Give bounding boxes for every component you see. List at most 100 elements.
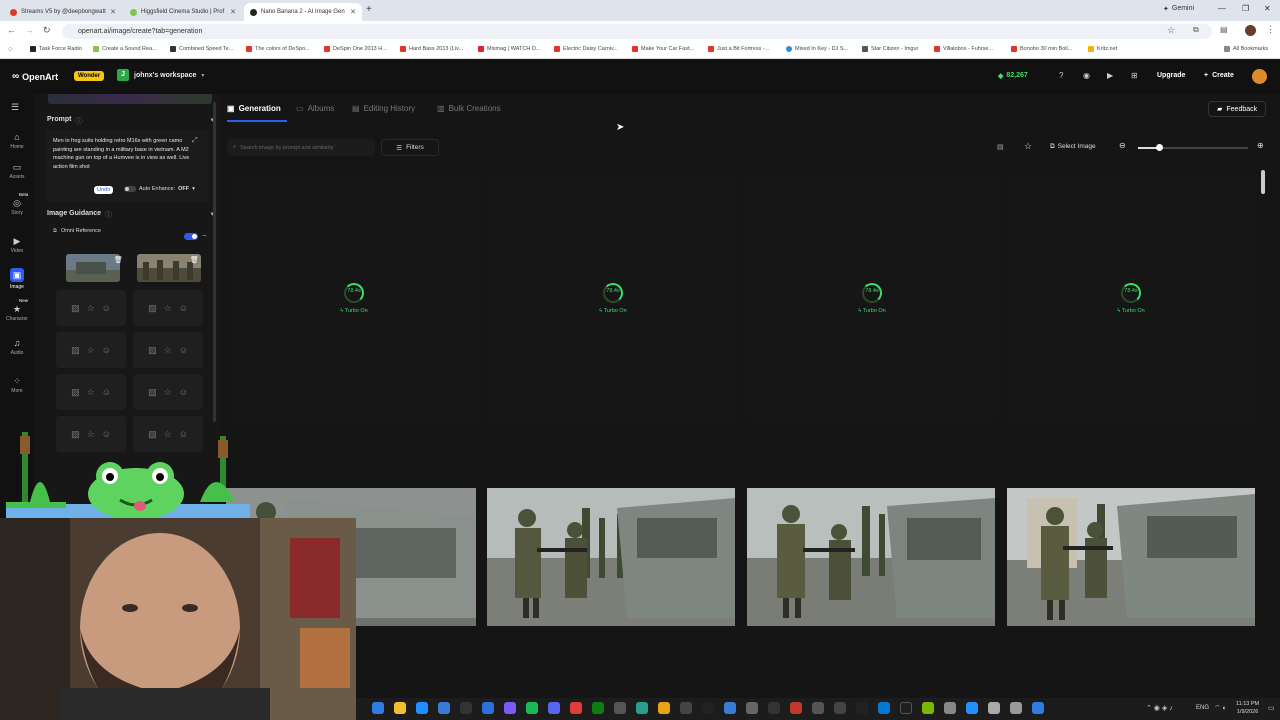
empty-reference-slot[interactable]: ▨ ☆ ☺ (56, 290, 126, 326)
bookmark-item[interactable]: Mismag | WATCH D... (478, 46, 540, 52)
openart-logo[interactable]: ∞ OpenArt (12, 71, 58, 82)
browser-tab-1[interactable]: Streams V5 by @deepbongwatt ✕ (4, 3, 122, 21)
profile-avatar[interactable] (1245, 25, 1256, 36)
bookmark-item[interactable]: Kritz.net (1088, 46, 1117, 52)
app-icon[interactable] (504, 702, 516, 714)
new-tab-button[interactable]: + (366, 4, 372, 15)
rail-item-video[interactable]: ▶ Video (0, 236, 34, 254)
reload-icon[interactable]: ↻ (43, 25, 51, 36)
app-icon[interactable] (1010, 702, 1022, 714)
app-icon[interactable] (702, 702, 714, 714)
model-preview-strip[interactable] (48, 94, 212, 104)
prompt-textarea[interactable]: Men in frog suits holding retro M16s wit… (53, 137, 198, 171)
generated-image-3[interactable] (747, 488, 995, 626)
gallery-scrollbar[interactable] (1261, 170, 1265, 194)
generated-image-4[interactable] (1007, 488, 1255, 626)
rail-item-more[interactable]: ⁘ More (0, 376, 34, 394)
expand-icon[interactable]: ⤢ (192, 137, 198, 145)
browser-tab-3-active[interactable]: Nano Banana 2 - AI Image Gen ✕ (244, 3, 362, 21)
maximize-button[interactable]: ❐ (1242, 4, 1249, 13)
rail-item-assets[interactable]: ▭ Assets (0, 162, 34, 180)
empty-reference-slot[interactable]: ▨ ☆ ☺ (133, 374, 203, 410)
xbox-icon[interactable] (592, 702, 604, 714)
app-icon[interactable] (988, 702, 1000, 714)
close-tab-icon[interactable]: ✕ (110, 8, 116, 16)
delete-reference-icon[interactable]: 🗑 (114, 256, 123, 264)
minimize-button[interactable]: — (1218, 4, 1226, 13)
video-tutorial-icon[interactable]: ▶ (1107, 71, 1113, 80)
bookmark-item[interactable]: Task Force Radio (30, 46, 82, 52)
rail-item-audio[interactable]: ♫ Audio (0, 338, 34, 356)
bookmark-item[interactable]: Create a Sound Rea... (93, 46, 157, 52)
bookmark-item[interactable]: Hard Bass 2013 (Liv... (400, 46, 463, 52)
file-explorer-icon[interactable] (394, 702, 406, 714)
app-icon[interactable] (878, 702, 890, 714)
app-icon[interactable] (856, 702, 868, 714)
select-image-button[interactable]: ⧉ Select Image (1050, 143, 1096, 151)
network-volume-icons[interactable]: ⌔ ◐ (1214, 704, 1227, 713)
bookmark-item[interactable]: Mixed In Key - DJ S... (786, 46, 848, 52)
apps-grid-icon[interactable]: ⁘ (7, 45, 14, 54)
bookmark-star-icon[interactable]: ☆ (1167, 25, 1175, 36)
app-icon[interactable] (570, 702, 582, 714)
app-icon[interactable] (636, 702, 648, 714)
help-icon[interactable]: ? (1059, 71, 1063, 80)
discord-icon[interactable] (548, 702, 560, 714)
store-icon[interactable] (438, 702, 450, 714)
rail-item-story[interactable]: Beta ◎ Story (0, 192, 34, 216)
menu-icon[interactable]: ☰ (11, 102, 19, 113)
reference-image-1[interactable] (66, 254, 120, 282)
search-input[interactable]: ⌕ Search image by prompt and similarity (227, 139, 375, 156)
rail-item-home[interactable]: ⌂ Home (0, 132, 34, 150)
create-button[interactable]: + Create (1204, 72, 1234, 79)
app-icon[interactable] (966, 702, 978, 714)
forward-icon[interactable]: → (25, 25, 34, 35)
image-guidance-header[interactable]: Image Guidance ⓘ (47, 210, 112, 220)
user-avatar[interactable] (1252, 69, 1267, 84)
spotify-icon[interactable] (526, 702, 538, 714)
app-icon[interactable] (724, 702, 736, 714)
layout-icon[interactable]: ▤ (997, 143, 1004, 151)
tab-bulk-creations[interactable]: ▥ Bulk Creations (437, 104, 501, 113)
bookmark-item[interactable]: Star Citizen - Imgur (862, 46, 918, 52)
feedback-button[interactable]: ▰ Feedback (1208, 101, 1267, 117)
zoom-handle[interactable] (1155, 144, 1163, 151)
tab-editing-history[interactable]: ▤ Editing History (352, 104, 415, 113)
gemini-button[interactable]: ✦ Gemini (1163, 5, 1194, 13)
back-icon[interactable]: ← (7, 25, 16, 35)
favorite-star-icon[interactable]: ☆ (1024, 141, 1032, 152)
workspace-selector[interactable]: J johnx's workspace ▾ (117, 69, 204, 81)
all-bookmarks[interactable]: All Bookmarks (1224, 46, 1268, 52)
app-icon[interactable] (768, 702, 780, 714)
app-icon[interactable] (900, 702, 912, 714)
app-icon[interactable] (1032, 702, 1044, 714)
empty-reference-slot[interactable]: ▨ ☆ ☺ (133, 290, 203, 326)
bookmark-item[interactable]: The colors of DeSpo... (246, 46, 310, 52)
notifications-icon[interactable]: ▭ (1268, 704, 1275, 712)
clock[interactable]: 11:13 PM 1/9/2026 (1236, 700, 1259, 716)
app-icon[interactable] (372, 702, 384, 714)
app-icon[interactable] (614, 702, 626, 714)
bookmark-item[interactable]: Combined Speed Te... (170, 46, 233, 52)
zoom-slider[interactable] (1138, 144, 1248, 151)
mail-icon[interactable] (482, 702, 494, 714)
system-tray-icons[interactable]: ⌃ ◉ ◈ ♪ (1146, 704, 1173, 712)
sidepanel-icon[interactable]: ▤ (1220, 25, 1228, 34)
filters-button[interactable]: ☰ Filters (381, 139, 439, 156)
tab-albums[interactable]: ▭ Albums (296, 104, 334, 113)
omni-reference-toggle[interactable] (184, 233, 198, 240)
rail-item-image[interactable]: ▣ Image (0, 268, 34, 290)
app-icon[interactable] (790, 702, 802, 714)
edge-icon[interactable] (416, 702, 428, 714)
toggle-switch[interactable] (124, 186, 136, 192)
chrome-icon[interactable] (658, 702, 670, 714)
nvidia-icon[interactable] (922, 702, 934, 714)
close-tab-icon[interactable]: ✕ (230, 8, 236, 16)
upgrade-button[interactable]: Upgrade (1157, 72, 1185, 79)
app-icon[interactable] (746, 702, 758, 714)
url-bar[interactable]: openart.ai/image/create?tab=generation (62, 24, 1212, 39)
auto-enhance-toggle[interactable]: Auto Enhance: OFF ▾ (124, 186, 195, 192)
bookmark-item[interactable]: Bonobo 30 min Boil... (1011, 46, 1072, 52)
tab-generation[interactable]: ▣ Generation (227, 104, 281, 113)
browser-menu-icon[interactable]: ⋮ (1266, 24, 1275, 35)
